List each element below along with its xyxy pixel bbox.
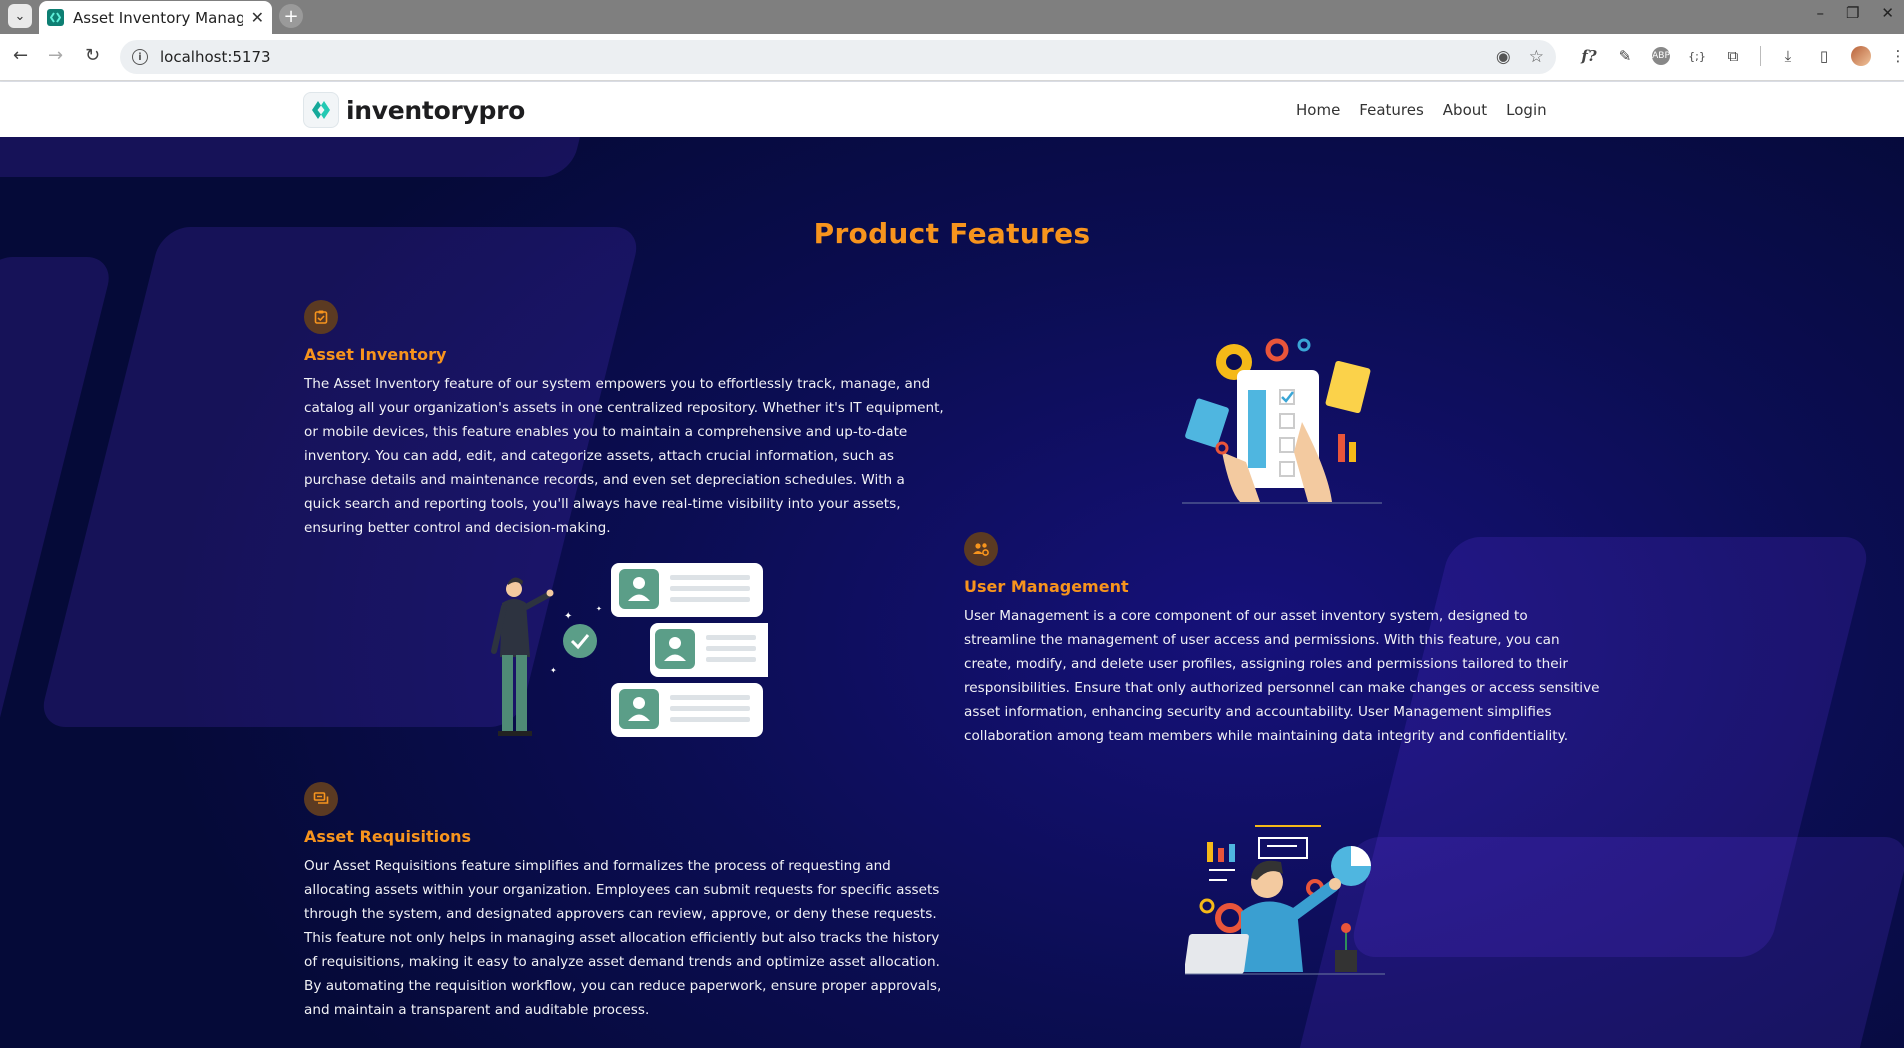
nav-link-about[interactable]: About [1443, 101, 1487, 119]
checklist-illustration [1182, 322, 1382, 508]
clipboard-check-icon [304, 300, 338, 334]
window-controls: – ❐ ✕ [1816, 4, 1894, 22]
feature-title: User Management [964, 577, 1129, 596]
browser-tab[interactable]: Asset Inventory Manage ✕ [39, 1, 272, 34]
feature-description: User Management is a core component of o… [964, 608, 1600, 744]
brand-name: inventorypro [346, 95, 525, 125]
feature-user-management: User Management User Management is a cor… [964, 532, 1604, 748]
address-bar[interactable]: i localhost:5173 ◉ ☆ [120, 40, 1556, 74]
svg-text:✦: ✦ [564, 611, 572, 622]
pen-extension-icon[interactable]: ✎ [1616, 47, 1634, 65]
font-extension-icon[interactable]: f? [1580, 47, 1598, 65]
background-shape [0, 137, 590, 177]
svg-text:✦: ✦ [550, 666, 557, 675]
nav-link-features[interactable]: Features [1359, 101, 1424, 119]
nav-link-login[interactable]: Login [1506, 101, 1546, 119]
adblock-icon[interactable]: ABP [1652, 47, 1670, 65]
download-icon[interactable]: ⤓ [1779, 47, 1797, 65]
minimize-icon[interactable]: – [1816, 4, 1824, 22]
feature-asset-inventory: Asset Inventory The Asset Inventory feat… [304, 300, 944, 540]
tab-search-button[interactable]: ⌄ [8, 4, 32, 28]
site-navbar: inventorypro Home Features About Login [0, 82, 1904, 137]
feature-description: The Asset Inventory feature of our syste… [304, 376, 944, 536]
back-icon[interactable]: ← [13, 45, 28, 66]
puzzle-extensions-icon[interactable]: ⧉ [1724, 47, 1742, 65]
json-extension-icon[interactable]: {;} [1688, 47, 1706, 65]
close-window-icon[interactable]: ✕ [1881, 4, 1894, 22]
feature-asset-requisitions: Asset Requisitions Our Asset Requisition… [304, 782, 944, 1022]
close-tab-icon[interactable]: ✕ [251, 8, 264, 27]
forward-icon[interactable]: → [48, 45, 63, 66]
url-text[interactable]: localhost:5173 [160, 48, 271, 66]
feature-description: Our Asset Requisitions feature simplifie… [304, 858, 942, 1018]
reload-icon[interactable]: ↻ [85, 45, 100, 66]
browser-tab-strip: ⌄ Asset Inventory Manage ✕ + – ❐ ✕ [0, 0, 1904, 34]
feature-title: Asset Requisitions [304, 827, 472, 846]
brand-logo-icon [303, 92, 339, 128]
browser-toolbar: ← → ↻ i localhost:5173 ◉ ☆ f? ✎ ABP {;} … [0, 34, 1904, 81]
profile-avatar[interactable] [1851, 46, 1871, 66]
tab-title: Asset Inventory Manage [73, 8, 243, 27]
favicon-icon [47, 9, 64, 26]
users-gear-icon [964, 532, 998, 566]
site-info-icon[interactable]: i [132, 49, 148, 65]
chat-bubbles-icon [304, 782, 338, 816]
eye-icon[interactable]: ◉ [1496, 47, 1511, 67]
browser-menu-icon[interactable]: ⋮ [1889, 47, 1904, 65]
toolbar-separator [1760, 46, 1761, 66]
user-profiles-illustration: ✦ ✦ ✦ [478, 555, 800, 743]
analytics-illustration [1184, 822, 1385, 986]
feature-title: Asset Inventory [304, 345, 447, 364]
nav-link-home[interactable]: Home [1296, 101, 1340, 119]
side-panel-icon[interactable]: ▯ [1815, 47, 1833, 65]
page-title: Product Features [813, 217, 1091, 250]
svg-text:✦: ✦ [596, 605, 602, 613]
extensions-area: f? ✎ ABP {;} ⧉ ⤓ ▯ ⋮ [1580, 46, 1904, 66]
new-tab-button[interactable]: + [279, 4, 303, 28]
bookmark-star-icon[interactable]: ☆ [1529, 47, 1544, 67]
main-menu: Home Features About Login [1296, 101, 1566, 119]
brand[interactable]: inventorypro [303, 92, 525, 128]
restore-icon[interactable]: ❐ [1846, 4, 1859, 22]
features-section: Product Features Asset Inventory The Ass… [0, 137, 1904, 1048]
